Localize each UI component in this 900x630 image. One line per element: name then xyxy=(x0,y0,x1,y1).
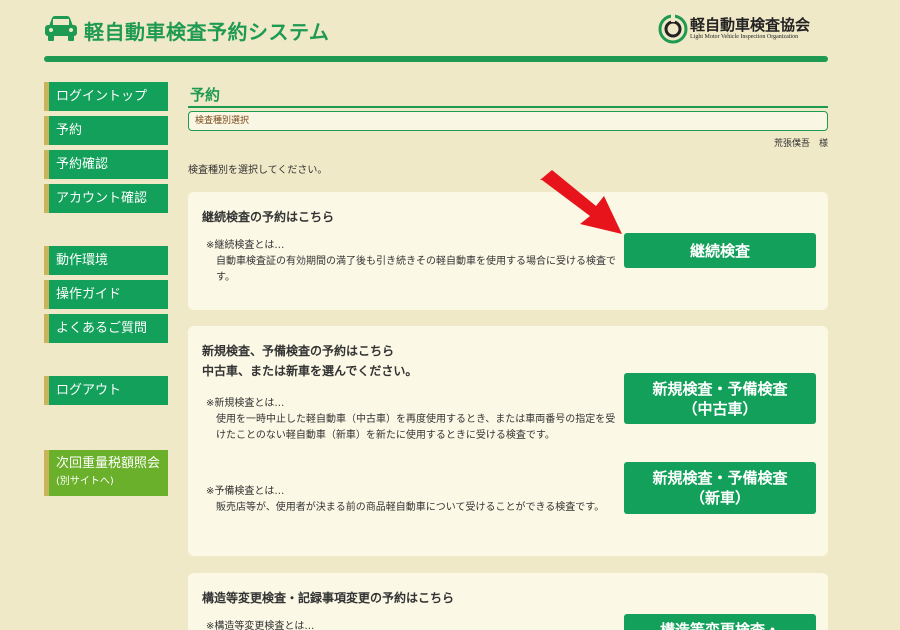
title-divider xyxy=(188,106,828,108)
header-divider xyxy=(44,56,828,62)
card-heading: 新規検査、予備検査の予約はこちら xyxy=(202,344,395,358)
card-heading: 構造等変更検査・記録事項変更の予約はこちら xyxy=(202,591,455,605)
org-name: 軽自動車検査協会 xyxy=(690,16,811,34)
structure-change-button[interactable]: 構造等変更検査・ xyxy=(624,614,816,630)
continuous-inspection-button[interactable]: 継続検査 xyxy=(624,233,816,268)
org-emblem-icon xyxy=(658,14,688,44)
red-arrow-icon xyxy=(540,170,622,234)
structure-change-note: ※構造等変更検査とは… xyxy=(206,619,616,630)
sidebar-item-label: 次回重量税額照会 xyxy=(56,456,161,471)
new-inspection-used-car-button[interactable]: 新規検査・予備検査 （中古車） xyxy=(624,373,816,424)
page-title: 予約 xyxy=(190,86,221,104)
instruction-text: 検査種別を選択してください。 xyxy=(188,165,328,176)
car-icon xyxy=(45,16,77,41)
org-logo: 軽自動車検査協会 Light Motor Vehicle Inspection … xyxy=(658,14,828,48)
sidebar-item-reservation-check[interactable]: 予約確認 xyxy=(44,150,168,179)
note-title: ※新規検査とは… xyxy=(206,398,285,409)
sidebar-item-account-check[interactable]: アカウント確認 xyxy=(44,184,168,213)
sidebar-item-environment[interactable]: 動作環境 xyxy=(44,246,168,275)
sidebar-item-reservation[interactable]: 予約 xyxy=(44,116,168,145)
note-description: 使用を一時中止した軽自動車（中古車）を再度使用するとき、または車両番号の指定を受… xyxy=(216,414,616,441)
note-description: 販売店等が、使用者が決まる前の商品軽自動車について受けることができる検査です。 xyxy=(216,502,605,513)
note-title: ※予備検査とは… xyxy=(206,486,285,497)
site-title: 軽自動車検査予約システム xyxy=(84,20,330,44)
site-header: 軽自動車検査予約システム 軽自動車検査協会 Light Motor Vehicl… xyxy=(44,12,828,52)
structure-change-card: 構造等変更検査・記録事項変更の予約はこちら ※構造等変更検査とは… 構造等変更検… xyxy=(188,573,828,630)
preliminary-inspection-note: ※予備検査とは… 販売店等が、使用者が決まる前の商品軽自動車について受けることが… xyxy=(206,484,620,516)
sidebar-item-login-top[interactable]: ログイントップ xyxy=(44,82,168,111)
sidebar-item-logout[interactable]: ログアウト xyxy=(44,376,168,405)
continuous-inspection-card: 継続検査の予約はこちら ※継続検査とは… 自動車検査証の有効期間の満了後も引き続… xyxy=(188,192,828,310)
note-title: ※継続検査とは… xyxy=(206,240,285,251)
continuous-inspection-note: ※継続検査とは… 自動車検査証の有効期間の満了後も引き続きその軽自動車を使用する… xyxy=(206,238,616,286)
new-inspection-card: 新規検査、予備検査の予約はこちら 中古車、または新車を選んでください。 ※新規検… xyxy=(188,326,828,556)
card-subheading: 中古車、または新車を選んでください。 xyxy=(202,364,418,378)
breadcrumb: 検査種別選択 xyxy=(188,111,828,131)
user-name: 荒張僕吾 様 xyxy=(773,139,828,149)
note-title: ※構造等変更検査とは… xyxy=(206,621,315,630)
card-heading: 継続検査の予約はこちら xyxy=(202,210,335,224)
note-description: 自動車検査証の有効期間の満了後も引き続きその軽自動車を使用する場合に受ける検査で… xyxy=(216,256,616,283)
new-inspection-note: ※新規検査とは… 使用を一時中止した軽自動車（中古車）を再度使用するとき、または… xyxy=(206,396,620,444)
org-subtitle: Light Motor Vehicle Inspection Organizat… xyxy=(690,34,799,40)
new-inspection-new-car-button[interactable]: 新規検査・予備検査 （新車） xyxy=(624,462,816,514)
sidebar-item-faq[interactable]: よくあるご質問 xyxy=(44,314,168,343)
sidebar-item-guide[interactable]: 操作ガイド xyxy=(44,280,168,309)
sidebar-item-weight-tax[interactable]: 次回重量税額照会 (別サイトへ) xyxy=(44,450,168,496)
external-site-note: (別サイトへ) xyxy=(56,476,114,487)
